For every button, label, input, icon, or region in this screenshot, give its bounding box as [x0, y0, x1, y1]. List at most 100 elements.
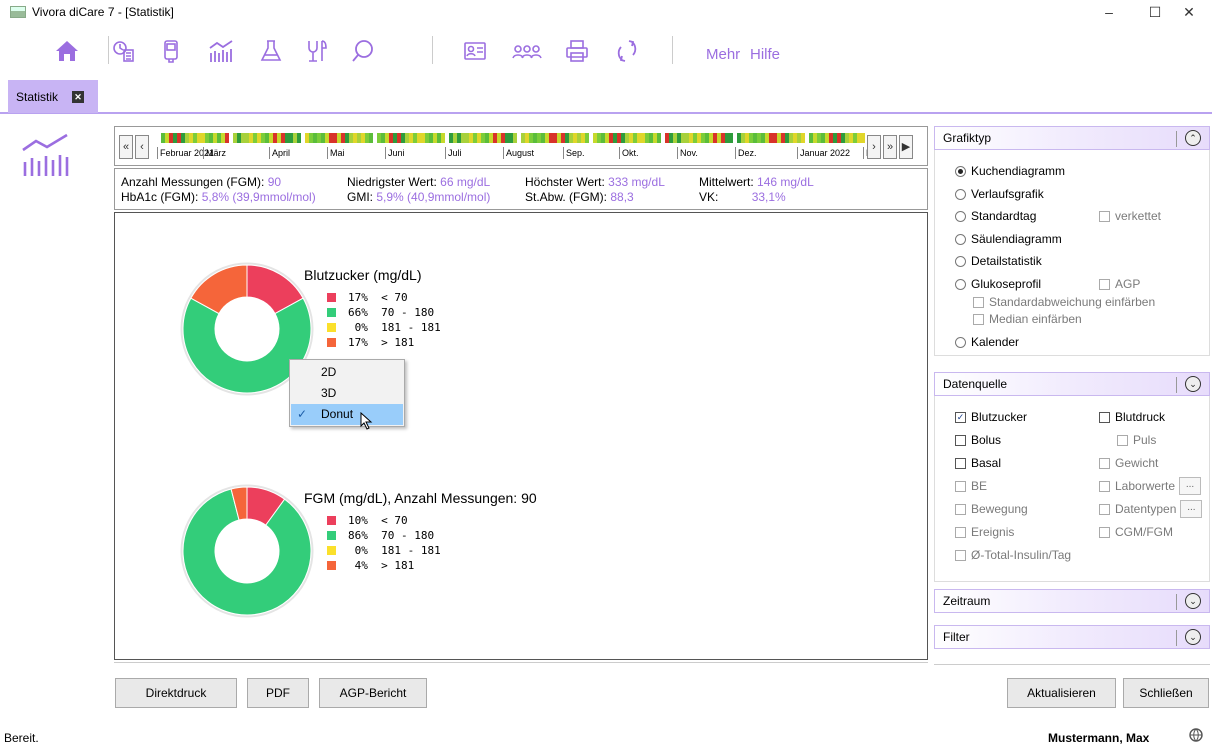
panel-header-datenquelle[interactable]: Datenquelle ⌄: [934, 372, 1210, 396]
checkbox-icon: [955, 434, 966, 446]
chart-area[interactable]: Blutzucker (mg/dL) 17% < 70 66% 70 - 180 …: [114, 212, 928, 660]
collapse-icon[interactable]: ⌃: [1185, 130, 1201, 146]
more-menu[interactable]: Mehr: [706, 46, 740, 63]
checkbox-be[interactable]: BE: [955, 479, 987, 493]
checkbox-total-insulin[interactable]: Ø-Total-Insulin/Tag: [955, 548, 1071, 562]
legend-swatch: [327, 546, 336, 555]
timeline-last-button[interactable]: »: [883, 135, 897, 159]
timeline-first-button[interactable]: «: [119, 135, 133, 159]
search-icon[interactable]: [346, 34, 380, 68]
legend-swatch: [327, 531, 336, 540]
checkbox-standardabweichung[interactable]: Standardabweichung einfärben: [973, 295, 1155, 309]
radio-saeulendiagramm[interactable]: Säulendiagramm: [955, 232, 1062, 246]
checkbox-ereignis[interactable]: Ereignis: [955, 525, 1014, 539]
close-button[interactable]: ✕: [1166, 0, 1212, 24]
lab-flask-icon[interactable]: [254, 34, 288, 68]
donut-chart-fgm[interactable]: [179, 483, 315, 619]
radio-kalender[interactable]: Kalender: [955, 335, 1019, 349]
timeline-day-bar: [861, 133, 865, 143]
sync-icon[interactable]: [610, 34, 644, 68]
schliessen-button[interactable]: Schließen: [1123, 678, 1209, 708]
expand-icon[interactable]: ⌄: [1185, 376, 1201, 392]
legend-swatch: [327, 338, 336, 347]
help-menu[interactable]: Hilfe: [750, 46, 780, 63]
aktualisieren-button[interactable]: Aktualisieren: [1007, 678, 1116, 708]
legend-swatch: [327, 516, 336, 525]
patient-card-icon[interactable]: [458, 34, 492, 68]
legend-label: 10% < 70: [348, 514, 408, 527]
checkbox-median[interactable]: Median einfärben: [973, 312, 1082, 326]
radio-detailstatistik[interactable]: Detailstatistik: [955, 254, 1042, 268]
stat-gmi: GMI: 5,9% (40,9mmol/mol): [347, 190, 491, 204]
expand-icon[interactable]: ⌄: [1185, 629, 1201, 645]
context-menu-2d[interactable]: 2D: [291, 362, 403, 383]
header-separator: [1176, 630, 1177, 646]
header-separator: [1176, 594, 1177, 610]
checkbox-agp[interactable]: AGP: [1099, 277, 1140, 291]
stat-hba1c: HbA1c (FGM): 5,8% (39,9mmol/mol): [121, 190, 316, 204]
checkbox-gewicht[interactable]: Gewicht: [1099, 456, 1158, 470]
network-globe-icon: [1189, 728, 1203, 742]
diary-icon[interactable]: [106, 34, 140, 68]
timeline-prev-button[interactable]: ‹: [135, 135, 149, 159]
radio-verlaufsgrafik[interactable]: Verlaufsgrafik: [955, 187, 1044, 201]
panel-header-grafiktyp[interactable]: Grafiktyp ⌃: [934, 126, 1210, 150]
pdf-button[interactable]: PDF: [247, 678, 309, 708]
radio-icon: [955, 336, 966, 348]
timeline-month-label: Okt.: [619, 147, 639, 159]
checkbox-icon: [1099, 480, 1110, 492]
print-icon[interactable]: [560, 34, 594, 68]
checkbox-blutdruck[interactable]: Blutdruck: [1099, 410, 1165, 424]
chart-legend-fgm: 10% < 70 86% 70 - 180 0% 181 - 181 4% > 1…: [327, 513, 441, 573]
tab-close-icon[interactable]: ✕: [72, 90, 85, 103]
panel-header-zeitraum[interactable]: Zeitraum ⌄: [934, 589, 1210, 613]
radio-standardtag[interactable]: Standardtag: [955, 209, 1036, 223]
checkbox-verkettet[interactable]: verkettet: [1099, 209, 1161, 223]
context-menu-3d[interactable]: 3D: [291, 383, 403, 404]
timeline-next-button[interactable]: ›: [867, 135, 881, 159]
agp-report-button[interactable]: AGP-Bericht: [319, 678, 427, 708]
check-icon: ✓: [297, 407, 308, 421]
food-icon[interactable]: [300, 34, 334, 68]
timeline-heat-strip[interactable]: [157, 133, 865, 143]
stat-mean: Mittelwert: 146 mg/dL: [699, 175, 814, 189]
checkbox-icon: [973, 313, 984, 325]
timeline-play-button[interactable]: ▶: [899, 135, 913, 159]
radio-icon: [955, 188, 966, 200]
checkbox-bolus[interactable]: Bolus: [955, 433, 1001, 447]
tab-statistik[interactable]: Statistik ✕: [8, 80, 98, 113]
checkbox-basal[interactable]: Basal: [955, 456, 1001, 470]
laborwerte-more-button[interactable]: ...: [1179, 477, 1202, 495]
chart-title-blutzucker: Blutzucker (mg/dL): [304, 267, 422, 283]
context-menu-donut[interactable]: ✓ Donut: [291, 404, 403, 425]
patients-group-icon[interactable]: [510, 34, 544, 68]
app-icon: [10, 6, 26, 18]
radio-kuchendiagramm[interactable]: Kuchendiagramm: [955, 164, 1065, 178]
checkbox-icon: [1099, 526, 1110, 538]
radio-icon: [955, 255, 966, 267]
datentypen-more-button[interactable]: ...: [1180, 500, 1203, 518]
expand-icon[interactable]: ⌄: [1185, 593, 1201, 609]
direktdruck-button[interactable]: Direktdruck: [115, 678, 237, 708]
statistics-icon[interactable]: [204, 34, 238, 68]
checkbox-cgm-fgm[interactable]: CGM/FGM: [1099, 525, 1173, 539]
minimize-button[interactable]: –: [1086, 0, 1132, 24]
legend-label: 17% > 181: [348, 336, 415, 349]
checkbox-datentypen[interactable]: Datentypen...: [1099, 500, 1203, 518]
panel-body-grafiktyp: Kuchendiagramm Verlaufsgrafik Standardta…: [934, 150, 1210, 356]
radio-glukoseprofil[interactable]: Glukoseprofil: [955, 277, 1041, 291]
checkbox-laborwerte[interactable]: Laborwerte...: [1099, 477, 1202, 495]
legend-item: 0% 181 - 181: [327, 543, 441, 558]
meter-icon[interactable]: [154, 34, 188, 68]
checkbox-blutzucker[interactable]: ✓ Blutzucker: [955, 410, 1027, 424]
legend-swatch: [327, 308, 336, 317]
legend-swatch: [327, 323, 336, 332]
legend-label: 17% < 70: [348, 291, 408, 304]
home-icon[interactable]: [50, 34, 84, 68]
timeline-month-label: Mai: [327, 147, 345, 159]
checkbox-bewegung[interactable]: Bewegung: [955, 502, 1028, 516]
checkbox-puls[interactable]: Puls: [1117, 433, 1156, 447]
legend-item: 66% 70 - 180: [327, 305, 441, 320]
document-tabs: Statistik ✕: [0, 76, 1212, 114]
panel-header-filter[interactable]: Filter ⌄: [934, 625, 1210, 649]
